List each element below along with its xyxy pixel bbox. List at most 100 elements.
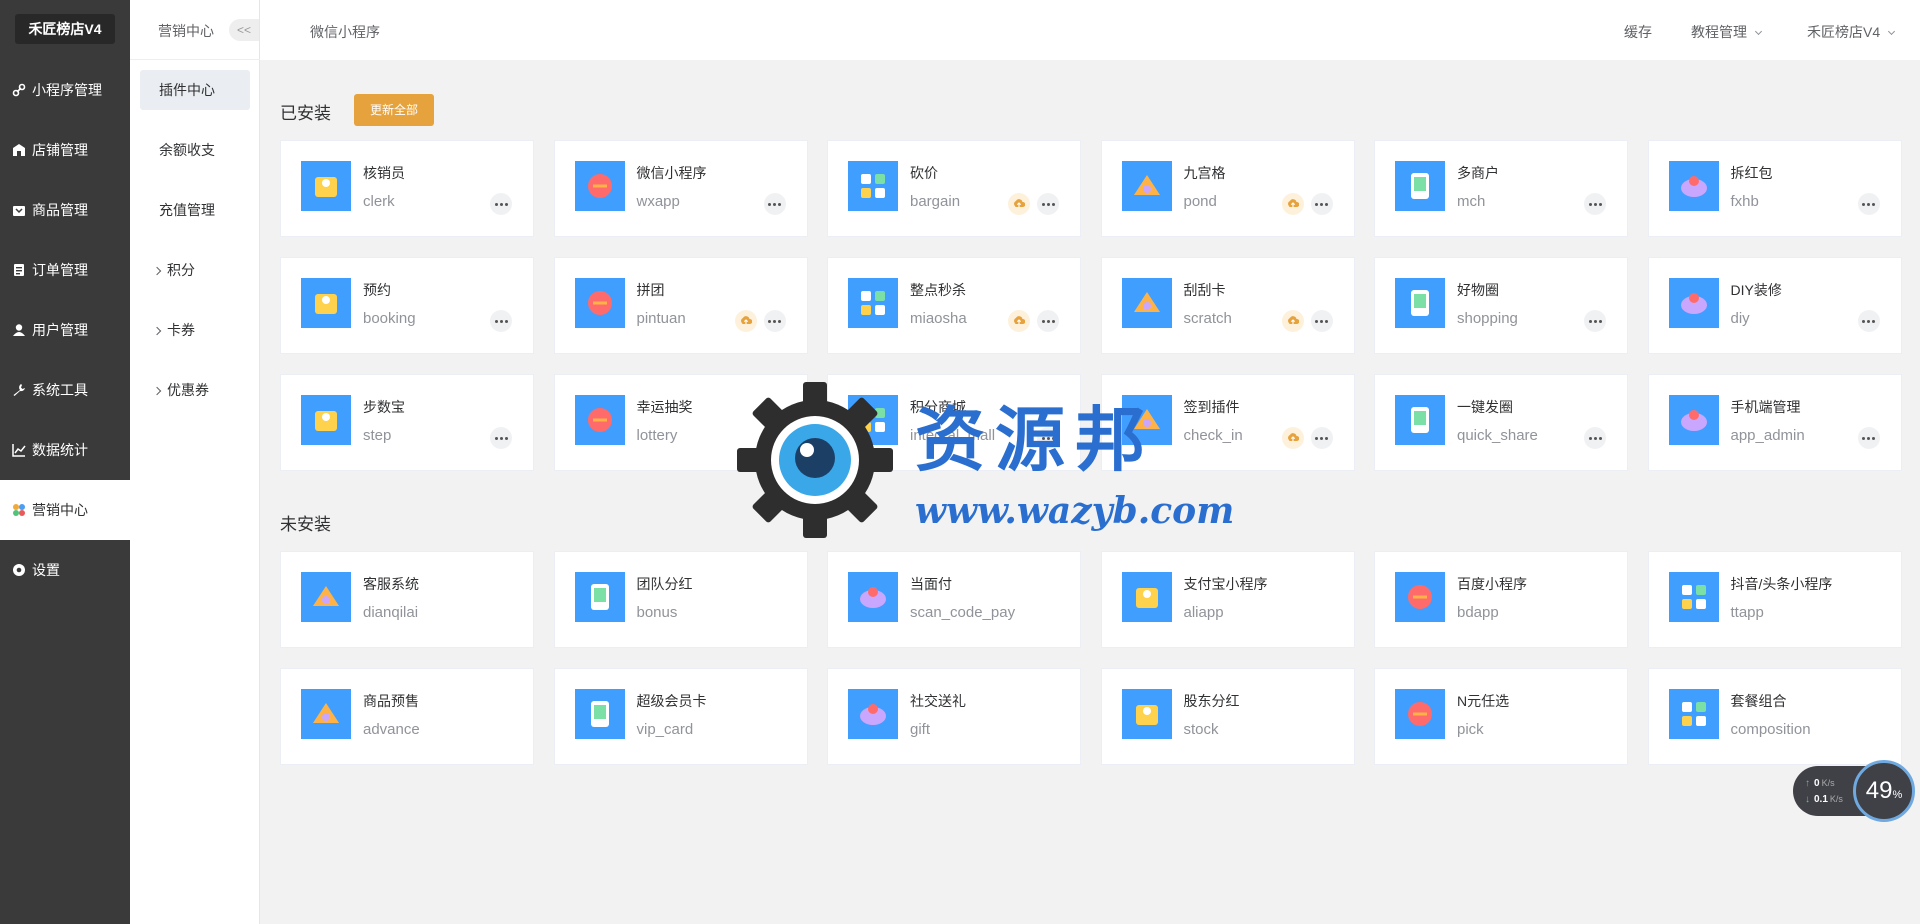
- marketing-icon: [12, 503, 26, 517]
- plugin-card-pick[interactable]: N元任选 pick: [1374, 668, 1628, 765]
- plugin-card-stock[interactable]: 股东分红 stock: [1100, 668, 1355, 765]
- plugin-card-mch[interactable]: 多商户 mch: [1374, 140, 1628, 237]
- plugin-card-bargain[interactable]: 砍价 bargain: [827, 140, 1081, 237]
- plugin-key: step: [363, 427, 392, 444]
- more-icon[interactable]: [1310, 427, 1333, 449]
- plugin-name: 好物圈: [1457, 282, 1499, 298]
- plugin-key: gift: [910, 721, 931, 738]
- more-icon[interactable]: [1857, 193, 1880, 215]
- plugin-card-scan-code-pay[interactable]: 当面付 scan_code_pay: [827, 551, 1081, 648]
- plugin-card-ttapp[interactable]: 抖音/头条小程序 ttapp: [1647, 551, 1902, 648]
- plugin-card-bonus[interactable]: 团队分红 bonus: [553, 551, 808, 648]
- more-icon[interactable]: [1584, 310, 1606, 332]
- link-icon: [12, 83, 26, 97]
- arrow-up-icon: ↑: [1805, 778, 1810, 789]
- app-admin-icon: [1668, 395, 1719, 445]
- plugin-name: 抖音/头条小程序: [1730, 576, 1833, 592]
- plugin-key: pintuan: [636, 310, 686, 327]
- nav-item-goods[interactable]: 商品管理: [0, 180, 130, 240]
- plugin-name: 拆红包: [1730, 165, 1773, 181]
- more-icon[interactable]: [1584, 193, 1606, 215]
- upload-speed: ↑ 0 K/s: [1805, 778, 1835, 789]
- plugin-card-dianqilai[interactable]: 客服系统 dianqilai: [280, 551, 534, 648]
- main-sidebar: 禾匠榜店V4 小程序管理 店铺管理 商品管理 订单管理 用户管理 系统工具 数据统计 营销中心…: [0, 0, 130, 924]
- cloud-upload-icon[interactable]: [1281, 427, 1304, 449]
- submenu-group-points[interactable]: 积分: [140, 250, 250, 290]
- nav-item-settings[interactable]: 设置: [0, 540, 130, 600]
- more-icon[interactable]: [1310, 310, 1333, 332]
- more-icon[interactable]: [763, 193, 786, 215]
- plugin-card-app-admin[interactable]: 手机端管理 app_admin: [1647, 374, 1902, 471]
- nav-item-link[interactable]: 小程序管理: [0, 60, 130, 120]
- cloud-upload-icon[interactable]: [1281, 193, 1304, 215]
- plugin-card-bdapp[interactable]: 百度小程序 bdapp: [1374, 551, 1628, 648]
- cache-link[interactable]: 缓存: [1624, 22, 1652, 42]
- plugin-card-check-in[interactable]: 签到插件 check_in: [1100, 374, 1355, 471]
- collapse-button[interactable]: <<: [229, 19, 259, 41]
- submenu-item-recharge[interactable]: 充值管理: [140, 190, 250, 230]
- chevron-right-icon: [152, 266, 162, 276]
- more-icon[interactable]: [490, 427, 512, 449]
- plugin-card-scratch[interactable]: 刮刮卡 scratch: [1100, 257, 1355, 354]
- submenu-group-coupons[interactable]: 优惠券: [140, 370, 250, 410]
- submenu-item-plugin-center[interactable]: 插件中心: [140, 70, 250, 110]
- plugin-key: lottery: [636, 427, 678, 444]
- clerk-icon: [301, 161, 351, 211]
- plugin-card-vip-card[interactable]: 超级会员卡 vip_card: [553, 668, 808, 765]
- plugin-card-fxhb[interactable]: 拆红包 fxhb: [1647, 140, 1902, 237]
- submenu-item-balance[interactable]: 余额收支: [140, 130, 250, 170]
- more-icon[interactable]: [490, 193, 512, 215]
- plugin-key: diy: [1730, 310, 1750, 327]
- plugin-card-pintuan[interactable]: 拼团 pintuan: [553, 257, 808, 354]
- plugin-card-booking[interactable]: 预约 booking: [280, 257, 534, 354]
- plugin-card-wxapp[interactable]: 微信小程序 wxapp: [553, 140, 808, 237]
- cloud-upload-icon[interactable]: [1281, 310, 1304, 332]
- more-icon[interactable]: [1857, 310, 1880, 332]
- plugin-card-miaosha[interactable]: 整点秒杀 miaosha: [827, 257, 1081, 354]
- plugin-card-quick-share[interactable]: 一键发圈 quick_share: [1374, 374, 1628, 471]
- nav-item-label: 用户管理: [32, 322, 88, 338]
- update-all-button[interactable]: 更新全部: [354, 94, 434, 126]
- plugin-card-shopping[interactable]: 好物圈 shopping: [1374, 257, 1628, 354]
- plugin-card-diy[interactable]: DIY装修 diy: [1647, 257, 1902, 354]
- nav-item-store[interactable]: 店铺管理: [0, 120, 130, 180]
- more-icon[interactable]: [1037, 310, 1059, 332]
- nav-item-user[interactable]: 用户管理: [0, 300, 130, 360]
- more-icon[interactable]: [1310, 193, 1333, 215]
- cloud-upload-icon[interactable]: [734, 310, 757, 332]
- plugin-card-lottery[interactable]: 幸运抽奖 lottery: [553, 374, 808, 471]
- stock-icon: [1121, 689, 1172, 739]
- plugin-card-pond[interactable]: 九宫格 pond: [1100, 140, 1355, 237]
- plugin-card-clerk[interactable]: 核销员 clerk: [280, 140, 534, 237]
- plugin-card-step[interactable]: 步数宝 step: [280, 374, 534, 471]
- more-icon[interactable]: [490, 310, 512, 332]
- plugin-card-advance[interactable]: 商品预售 advance: [280, 668, 534, 765]
- more-icon[interactable]: [763, 427, 786, 449]
- more-icon[interactable]: [1037, 193, 1059, 215]
- booking-icon: [301, 278, 351, 328]
- nav-item-chart[interactable]: 数据统计: [0, 420, 130, 480]
- network-speed-widget[interactable]: ↑ 0 K/s ↓ 0.1 K/s 49%: [1793, 760, 1915, 822]
- bonus-icon: [574, 572, 625, 622]
- nav-item-label: 数据统计: [32, 442, 88, 458]
- cloud-upload-icon[interactable]: [1008, 193, 1030, 215]
- plugin-card-composition[interactable]: 套餐组合 composition: [1647, 668, 1902, 765]
- more-icon[interactable]: [1857, 427, 1880, 449]
- lottery-icon: [574, 395, 625, 445]
- cloud-upload-icon[interactable]: [1008, 310, 1030, 332]
- more-icon[interactable]: [1584, 427, 1606, 449]
- plugin-card-gift[interactable]: 社交送礼 gift: [827, 668, 1081, 765]
- nav-item-wrench[interactable]: 系统工具: [0, 360, 130, 420]
- plugin-card-aliapp[interactable]: 支付宝小程序 aliapp: [1100, 551, 1355, 648]
- plugin-key: advance: [363, 721, 420, 738]
- submenu-group-cards[interactable]: 卡券: [140, 310, 250, 350]
- more-icon[interactable]: [1037, 427, 1059, 449]
- tutorial-menu[interactable]: 教程管理: [1691, 22, 1763, 42]
- mch-icon: [1395, 161, 1445, 211]
- account-menu[interactable]: 禾匠榜店V4: [1807, 22, 1896, 42]
- nav-item-marketing[interactable]: 营销中心: [0, 480, 130, 540]
- breadcrumb[interactable]: 微信小程序: [310, 22, 380, 42]
- nav-item-order[interactable]: 订单管理: [0, 240, 130, 300]
- plugin-card-integral-mall[interactable]: 积分商城 integral_mall: [827, 374, 1081, 471]
- more-icon[interactable]: [763, 310, 786, 332]
